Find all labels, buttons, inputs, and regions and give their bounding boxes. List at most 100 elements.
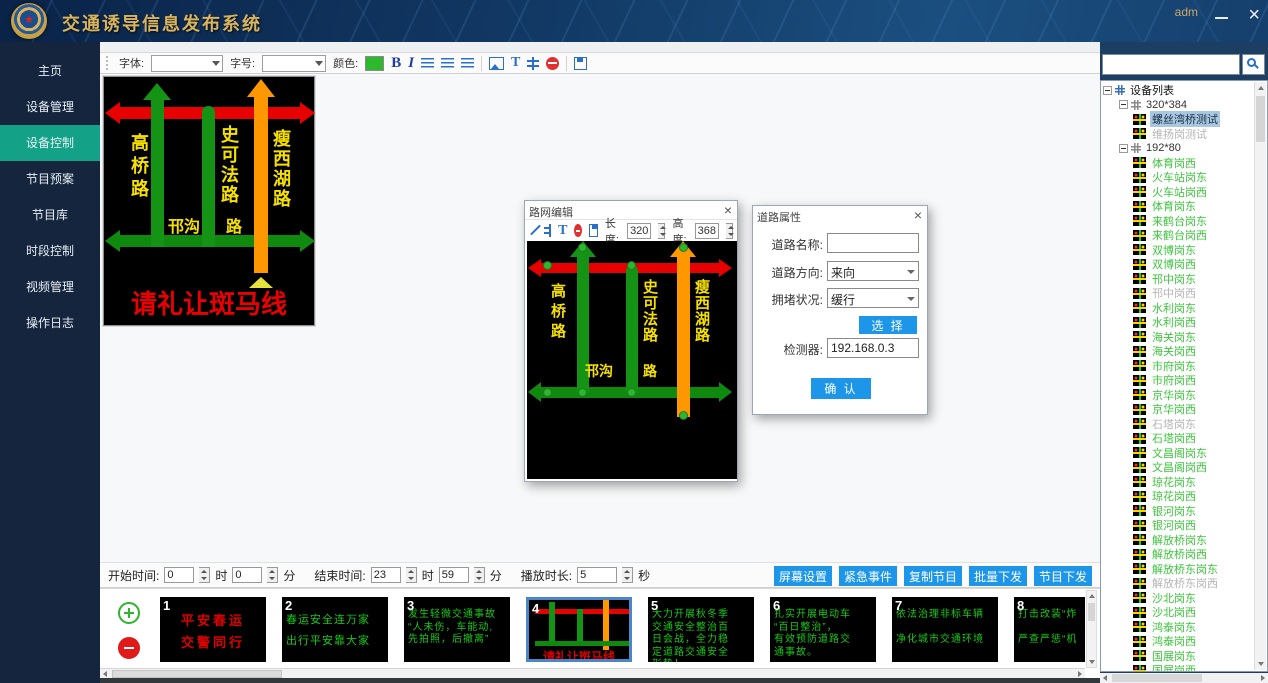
crossing-icon[interactable] <box>544 224 551 237</box>
draw-line-icon[interactable] <box>529 224 537 237</box>
road-network-icon[interactable] <box>527 57 539 70</box>
save-icon[interactable] <box>574 57 587 70</box>
detector-input[interactable]: 192.168.0.3 <box>827 338 919 358</box>
tree-group-192x80[interactable]: 192*80 <box>1103 141 1255 156</box>
device-item[interactable]: 鸿泰岗西 <box>1103 634 1255 649</box>
device-item[interactable]: 京华岗东 <box>1103 388 1255 403</box>
end-minute-input[interactable]: 59 <box>439 567 469 583</box>
size-select[interactable] <box>262 55 326 72</box>
playlist-item[interactable]: 1 平安春运 交警同行 <box>160 597 266 662</box>
sidebar-item[interactable]: 视频管理 <box>0 269 100 305</box>
playlist-item[interactable]: 3 发生轻微交通事故 “人未伤，车能动, 先拍照，后撤离” <box>404 597 510 662</box>
playlist-item[interactable]: 5 大力开展秋冬季 交通安全整治百 日会战，全力稳 定道路交通安全 形势！ <box>648 597 754 662</box>
road-editor-canvas[interactable]: 高桥路 史可法路 瘦西湖路 邗沟 路 <box>527 241 737 479</box>
insert-text-icon[interactable]: T <box>558 223 567 239</box>
scroll-right-icon[interactable] <box>1078 671 1082 677</box>
confirm-button[interactable]: 确 认 <box>811 378 871 399</box>
search-button[interactable] <box>1242 54 1265 75</box>
end-minute-stepper[interactable] <box>474 567 485 583</box>
road-label-left[interactable]: 高桥路 <box>547 283 568 343</box>
device-item[interactable]: 双博岗西 <box>1103 257 1255 272</box>
device-item[interactable]: 文昌阁岗东 <box>1103 446 1255 461</box>
insert-text-icon[interactable]: T <box>511 55 520 71</box>
delete-icon[interactable] <box>574 224 582 237</box>
scroll-left-icon[interactable] <box>103 671 107 677</box>
tree-root[interactable]: 设备列表 <box>1103 83 1255 98</box>
road-label-right[interactable]: 瘦西湖路 <box>691 279 712 343</box>
device-item[interactable]: 石塔岗西 <box>1103 431 1255 446</box>
device-item[interactable]: 琼花岗西 <box>1103 489 1255 504</box>
step-down-icon[interactable] <box>726 231 732 238</box>
step-down-icon[interactable] <box>622 575 632 582</box>
action-button[interactable]: 屏幕设置 <box>774 566 832 586</box>
action-button[interactable]: 复制节目 <box>904 566 962 586</box>
scrollbar-thumb[interactable] <box>1112 674 1202 682</box>
length-input[interactable]: 320 <box>627 223 651 239</box>
step-down-icon[interactable] <box>199 575 209 582</box>
step-down-icon[interactable] <box>658 231 664 238</box>
playlist-vertical-scrollbar[interactable] <box>1086 590 1097 668</box>
end-hour-stepper[interactable] <box>406 567 417 583</box>
sidebar-item[interactable]: 主页 <box>0 53 100 89</box>
italic-button[interactable]: I <box>408 55 414 72</box>
device-item[interactable]: 火车站岗西 <box>1103 185 1255 200</box>
node-handle[interactable] <box>543 261 552 270</box>
action-button[interactable]: 节目下发 <box>1034 566 1092 586</box>
tree-group-320x384[interactable]: 320*384 <box>1103 98 1255 113</box>
device-item[interactable]: 火车站岗东 <box>1103 170 1255 185</box>
playlist-item[interactable]: 6 扎实开展电动车 “百日整治”， 有效预防道路交 通事故。 <box>770 597 876 662</box>
device-item[interactable]: 市府岗西 <box>1103 373 1255 388</box>
scroll-up-icon[interactable] <box>1089 594 1095 598</box>
color-swatch[interactable] <box>365 56 384 71</box>
step-up-icon[interactable] <box>622 568 632 575</box>
tree-vertical-scrollbar[interactable] <box>1254 82 1266 670</box>
device-item[interactable]: 沙北岗东 <box>1103 591 1255 606</box>
insert-image-icon[interactable] <box>489 57 504 70</box>
device-item[interactable]: 体育岗东 <box>1103 199 1255 214</box>
node-handle[interactable] <box>679 411 688 420</box>
font-select[interactable] <box>151 55 223 72</box>
device-item[interactable]: 市府岗东 <box>1103 359 1255 374</box>
start-hour-input[interactable]: 0 <box>164 567 194 583</box>
minimize-icon[interactable] <box>1215 17 1228 19</box>
device-item[interactable]: 海关岗东 <box>1103 330 1255 345</box>
device-item[interactable]: 体育岗西 <box>1103 156 1255 171</box>
scrollbar-thumb[interactable] <box>112 670 282 678</box>
duration-stepper[interactable] <box>622 567 633 583</box>
device-item[interactable]: 来鹤台岗东 <box>1103 214 1255 229</box>
scroll-up-icon[interactable] <box>1258 86 1264 90</box>
scroll-right-icon[interactable] <box>1261 675 1265 681</box>
road-label-middle[interactable]: 史可法路 <box>639 279 660 343</box>
device-item[interactable]: 解放桥东岗东 <box>1103 562 1255 577</box>
start-minute-stepper[interactable] <box>267 567 278 583</box>
length-stepper[interactable] <box>658 223 665 239</box>
height-input[interactable]: 368 <box>695 223 719 239</box>
node-handle[interactable] <box>578 243 587 252</box>
device-item[interactable]: 解放桥岗西 <box>1103 547 1255 562</box>
close-icon[interactable]: × <box>914 207 922 223</box>
device-item[interactable]: 邗中岗西 <box>1103 286 1255 301</box>
end-hour-input[interactable]: 23 <box>371 567 401 583</box>
step-up-icon[interactable] <box>267 568 277 575</box>
action-button[interactable]: 紧急事件 <box>839 566 897 586</box>
action-button[interactable]: 批量下发 <box>969 566 1027 586</box>
step-down-icon[interactable] <box>474 575 484 582</box>
collapse-icon[interactable] <box>1119 144 1128 153</box>
road-label-bottom-b[interactable]: 路 <box>643 361 657 381</box>
add-program-button[interactable] <box>118 602 140 624</box>
device-item[interactable]: 水利岗西 <box>1103 315 1255 330</box>
step-up-icon[interactable] <box>474 568 484 575</box>
device-item[interactable]: 来鹤台岗西 <box>1103 228 1255 243</box>
device-item[interactable]: 解放桥岗东 <box>1103 533 1255 548</box>
device-item[interactable]: 解放桥东岗西 <box>1103 576 1255 591</box>
duration-input[interactable]: 5 <box>577 567 617 583</box>
remove-program-button[interactable] <box>118 637 140 659</box>
step-up-icon[interactable] <box>199 568 209 575</box>
device-item[interactable]: 水利岗东 <box>1103 301 1255 316</box>
device-item[interactable]: 鸿泰岗东 <box>1103 620 1255 635</box>
device-item[interactable]: 双博岗东 <box>1103 243 1255 258</box>
device-item[interactable]: 邗中岗东 <box>1103 272 1255 287</box>
select-button[interactable]: 选 择 <box>859 316 917 334</box>
device-item[interactable]: 石塔岗东 <box>1103 417 1255 432</box>
green-road-shaft-middle[interactable] <box>626 265 638 393</box>
